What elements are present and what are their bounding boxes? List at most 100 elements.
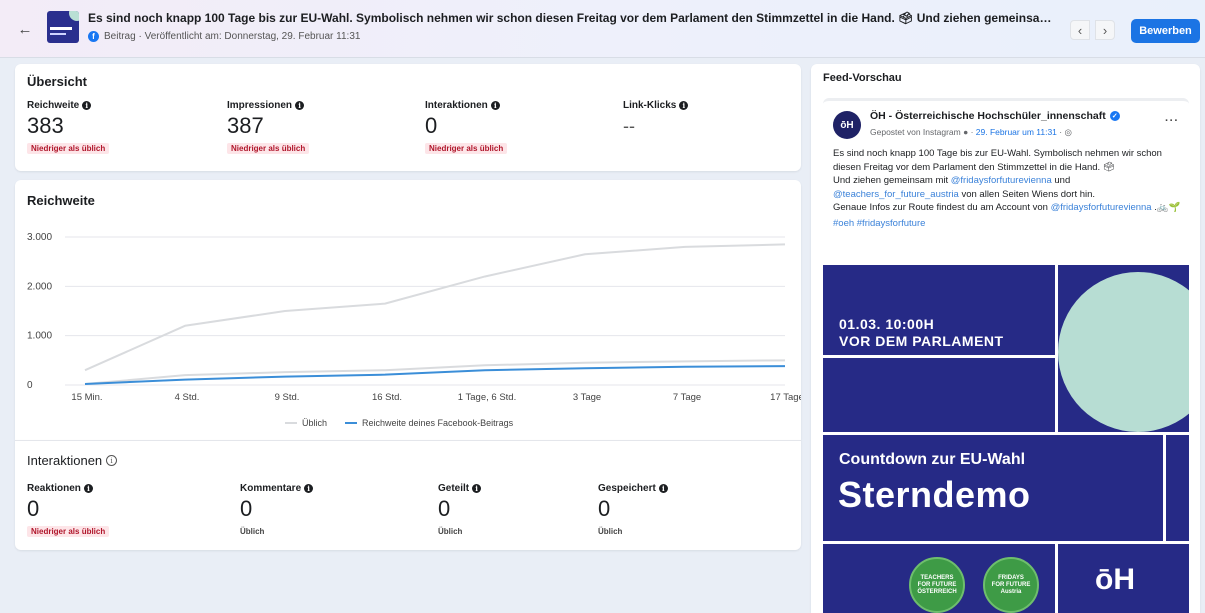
- status-badge: Üblich: [240, 527, 265, 536]
- info-icon[interactable]: i: [82, 101, 92, 110]
- metric-label: Interaktionen: [425, 100, 488, 111]
- facebook-icon: f: [88, 31, 99, 42]
- x-tick-label: 17 Tage: [770, 392, 801, 403]
- globe-icon: ◎: [1064, 127, 1072, 137]
- feed-preview-title: Feed-Vorschau: [823, 72, 902, 84]
- preview-post: ōH ÖH - Österreichische Hochschüler_inne…: [823, 98, 1189, 613]
- y-tick-label: 3.000: [27, 232, 52, 243]
- decorative-circle: [1058, 272, 1189, 432]
- chart-legend: Üblich Reichweite deines Facebook-Beitra…: [285, 418, 513, 428]
- caption-line: Und ziehen gemeinsam mit @fridaysforfutu…: [833, 175, 1096, 200]
- y-tick-label: 2.000: [27, 281, 52, 292]
- previous-post-button[interactable]: ‹: [1070, 20, 1090, 40]
- info-icon[interactable]: i: [472, 484, 482, 493]
- legend-swatch: [285, 422, 297, 424]
- info-icon[interactable]: i: [490, 101, 500, 110]
- metric-label: Geteilt: [438, 483, 470, 494]
- info-icon[interactable]: i: [106, 455, 118, 466]
- overview-card: Übersicht Reichweite i 383 Niedriger als …: [15, 64, 801, 171]
- metric-value: 0: [598, 496, 611, 521]
- next-post-button[interactable]: ›: [1095, 20, 1115, 40]
- post-meta: Gepostet von Instagram ● · 29. Februar u…: [870, 127, 1072, 137]
- post-header: ← Es sind noch knapp 100 Tage bis zur EU…: [0, 0, 1205, 58]
- status-badge: Niedriger als üblich: [27, 143, 110, 154]
- post-caption: Es sind noch knapp 100 Tage bis zur EU-W…: [833, 147, 1183, 230]
- fridays-for-future-logo: FRIDAYS FOR FUTURE Austria: [983, 557, 1039, 613]
- metric-comments: Kommentare i 0 Üblich: [240, 483, 314, 539]
- chevron-left-icon: ‹: [1077, 22, 1083, 38]
- series-line: [84, 243, 786, 372]
- verified-icon: ✓: [1109, 111, 1120, 121]
- metric-label: Impressionen: [227, 100, 293, 111]
- metric-value: 387: [227, 113, 264, 138]
- info-icon[interactable]: i: [83, 484, 93, 493]
- info-icon[interactable]: i: [658, 484, 668, 493]
- mention-link[interactable]: @fridaysforfuturevienna: [1051, 202, 1152, 213]
- hashtags[interactable]: #oeh #fridaysforfuture: [833, 217, 1183, 231]
- oeh-logo: ōH: [1095, 563, 1135, 596]
- arrow-left-icon: ←: [17, 20, 33, 38]
- status-badge: Niedriger als üblich: [27, 526, 110, 537]
- metric-link-clicks: Link-Klicks i --: [623, 100, 689, 138]
- post-image[interactable]: 01.03. 10:00H VOR DEM PARLAMENT Countdow…: [823, 265, 1189, 613]
- post-subtitle: f Beitrag · Veröffentlicht am: Donnersta…: [88, 31, 360, 42]
- status-badge: Niedriger als üblich: [425, 143, 508, 154]
- more-options-icon[interactable]: ···: [1165, 115, 1179, 127]
- status-badge: Niedriger als üblich: [227, 143, 310, 154]
- chevron-right-icon: ›: [1102, 22, 1108, 38]
- teachers-for-future-logo: TEACHERS FOR FUTURE ÖSTERREICH: [909, 557, 965, 613]
- x-tick-label: 9 Std.: [275, 392, 300, 403]
- x-tick-label: 3 Tage: [573, 392, 601, 403]
- info-icon[interactable]: i: [295, 101, 305, 110]
- x-tick-label: 15 Min.: [71, 392, 102, 403]
- info-icon[interactable]: i: [304, 484, 314, 493]
- reach-chart: 0 1.000 2.000 3.000 15 Min. 4 Std. 9 Std. 16 St…: [27, 232, 801, 403]
- metric-impressions: Impressionen i 387 Niedriger als üblich: [227, 100, 310, 156]
- x-tick-label: 1 Tage, 6 Std.: [458, 392, 516, 403]
- metric-value: --: [623, 116, 635, 136]
- metric-reactions: Reaktionen i 0 Niedriger als üblich: [27, 483, 110, 539]
- mention-link[interactable]: @teachers_for_future_austria: [833, 189, 959, 200]
- post-published-date: Beitrag · Veröffentlicht am: Donnerstag,…: [104, 31, 361, 42]
- post-thumbnail: [47, 11, 79, 43]
- metric-label: Reaktionen: [27, 483, 81, 494]
- interactions-title: Interaktionen: [27, 453, 103, 468]
- feed-preview-card: Feed-Vorschau ōH ÖH - Österreichische Ho…: [811, 64, 1200, 613]
- legend-label: Reichweite deines Facebook-Beitrags: [362, 418, 514, 428]
- legend-label: Üblich: [302, 418, 328, 428]
- back-button[interactable]: ←: [14, 18, 36, 40]
- metric-label: Kommentare: [240, 483, 302, 494]
- metric-label: Reichweite: [27, 100, 80, 111]
- metric-value: 0: [240, 496, 253, 521]
- metric-label: Link-Klicks: [623, 100, 677, 111]
- legend-item-typical[interactable]: Üblich: [285, 418, 327, 428]
- caption-line: Es sind noch knapp 100 Tage bis zur EU-W…: [833, 148, 1162, 173]
- metric-value: 0: [27, 496, 40, 521]
- metric-interactions: Interaktionen i 0 Niedriger als üblich: [425, 100, 508, 156]
- mention-link[interactable]: @fridaysforfuturevienna: [951, 175, 1052, 186]
- post-date-link[interactable]: 29. Februar um 11:31: [976, 127, 1057, 137]
- metric-value: 0: [438, 496, 451, 521]
- y-tick-label: 1.000: [27, 331, 52, 342]
- metric-value: 0: [425, 113, 438, 138]
- interactions-card: Interaktionen i Reaktionen i 0 Niedriger …: [15, 440, 801, 550]
- avatar[interactable]: ōH: [833, 111, 861, 139]
- status-badge: Üblich: [438, 527, 463, 536]
- page-name[interactable]: ÖH - Österreichische Hochschüler_innensc…: [870, 110, 1120, 122]
- image-date-text: 01.03. 10:00H VOR DEM PARLAMENT: [839, 316, 1004, 349]
- metric-reach: Reichweite i 383 Niedriger als üblich: [27, 100, 110, 156]
- boost-button[interactable]: Bewerben: [1131, 19, 1200, 43]
- caption-line: Genaue Infos zur Route findest du am Acc…: [833, 202, 1181, 213]
- page-name-text: ÖH - Österreichische Hochschüler_innensc…: [870, 110, 1106, 122]
- image-headline: Sterndemo: [838, 474, 1031, 515]
- interactions-header: Interaktionen i: [27, 453, 118, 468]
- metric-label: Gespeichert: [598, 483, 656, 494]
- legend-swatch: [345, 422, 358, 424]
- info-icon[interactable]: i: [679, 101, 689, 110]
- post-title: Es sind noch knapp 100 Tage bis zur EU-W…: [88, 11, 1058, 25]
- x-tick-label: 4 Std.: [175, 392, 200, 403]
- status-badge: Üblich: [598, 527, 623, 536]
- metric-value: 383: [27, 113, 64, 138]
- legend-item-post-reach[interactable]: Reichweite deines Facebook-Beitrags: [345, 418, 513, 428]
- x-tick-label: 16 Std.: [372, 392, 402, 403]
